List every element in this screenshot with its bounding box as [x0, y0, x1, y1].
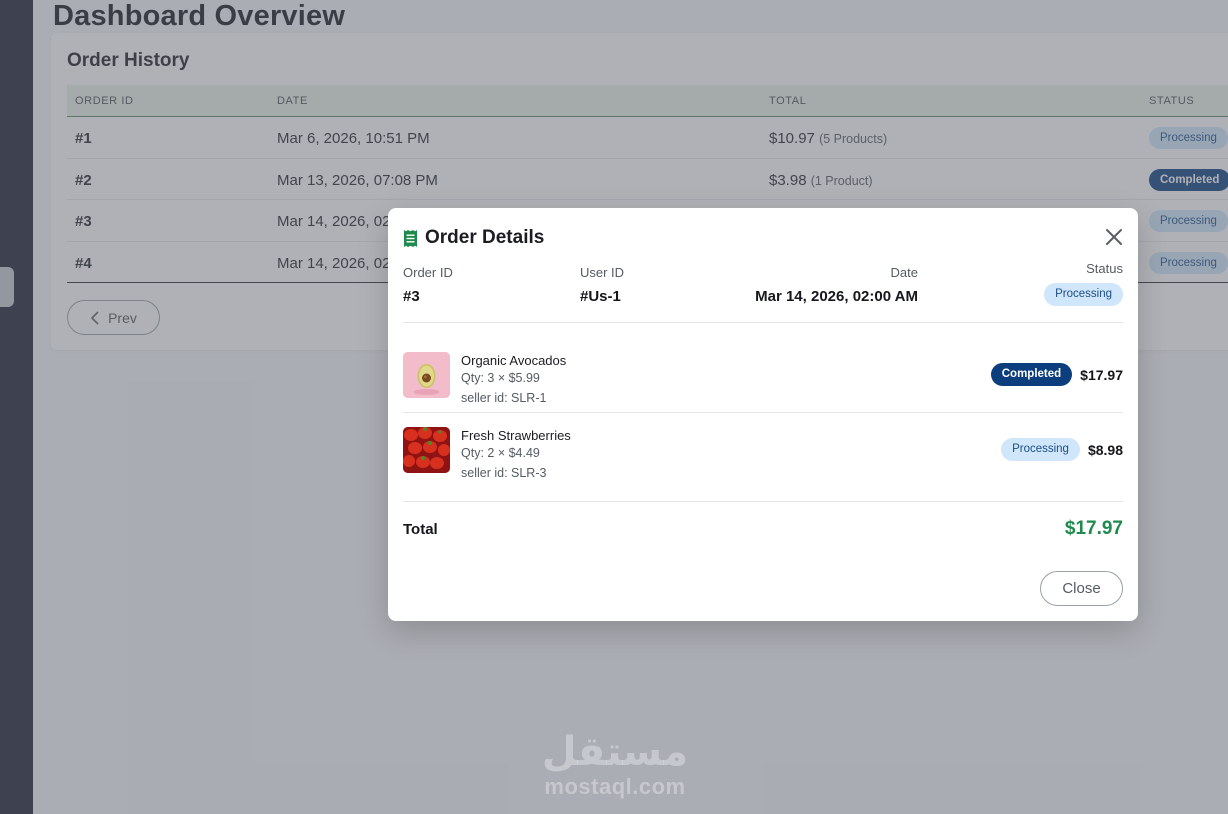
order-item: Fresh Strawberries Qty: 2 × $4.49 seller… — [403, 411, 1123, 485]
item-summary: Completed $17.97 — [990, 363, 1123, 386]
receipt-icon — [404, 229, 417, 247]
user-id-value: #Us-1 — [580, 288, 621, 305]
item-seller: seller id: SLR-1 — [461, 391, 547, 405]
item-summary: Processing $8.98 — [1001, 438, 1123, 461]
item-price: $17.97 — [1080, 366, 1123, 383]
date-label: Date — [890, 265, 918, 280]
avocado-image — [403, 352, 450, 398]
item-name: Organic Avocados — [461, 353, 567, 368]
modal-title: Order Details — [425, 227, 545, 248]
modal-header: Order Details — [403, 227, 544, 249]
strawberry-thumbnail — [403, 427, 450, 473]
order-details-modal: Order Details Order ID #3 User ID #Us-1 … — [388, 208, 1138, 621]
close-button[interactable]: Close — [1040, 571, 1123, 606]
item-status-badge: Processing — [1001, 438, 1080, 461]
watermark-latin: mostaql.com — [544, 774, 686, 799]
item-qty: Qty: 2 × $4.49 — [461, 446, 540, 460]
watermark-arabic: مستقل — [541, 729, 689, 775]
item-qty: Qty: 3 × $5.99 — [461, 371, 540, 385]
close-icon[interactable] — [1103, 226, 1125, 248]
date-value: Mar 14, 2026, 02:00 AM — [755, 288, 918, 305]
order-item: Organic Avocados Qty: 3 × $5.99 seller i… — [403, 336, 1123, 410]
order-id-value: #3 — [403, 288, 420, 305]
item-price: $8.98 — [1087, 441, 1123, 458]
status-label: Status — [1086, 261, 1123, 276]
item-seller: seller id: SLR-3 — [461, 466, 547, 480]
user-id-label: User ID — [580, 265, 625, 280]
total-value: $17.97 — [1064, 518, 1123, 539]
order-status-badge: Processing — [1044, 283, 1123, 306]
order-id-label: Order ID — [403, 265, 453, 280]
item-name: Fresh Strawberries — [461, 428, 571, 443]
avocado-thumbnail — [403, 352, 450, 398]
divider — [403, 322, 1123, 323]
divider — [403, 501, 1123, 502]
strawberry-image — [403, 427, 450, 473]
item-status-badge: Completed — [990, 363, 1073, 386]
watermark: مستقل mostaql.com — [540, 730, 690, 800]
total-label: Total — [403, 521, 438, 538]
order-meta: Order ID #3 User ID #Us-1 Date Mar 14, 2… — [403, 261, 1123, 324]
